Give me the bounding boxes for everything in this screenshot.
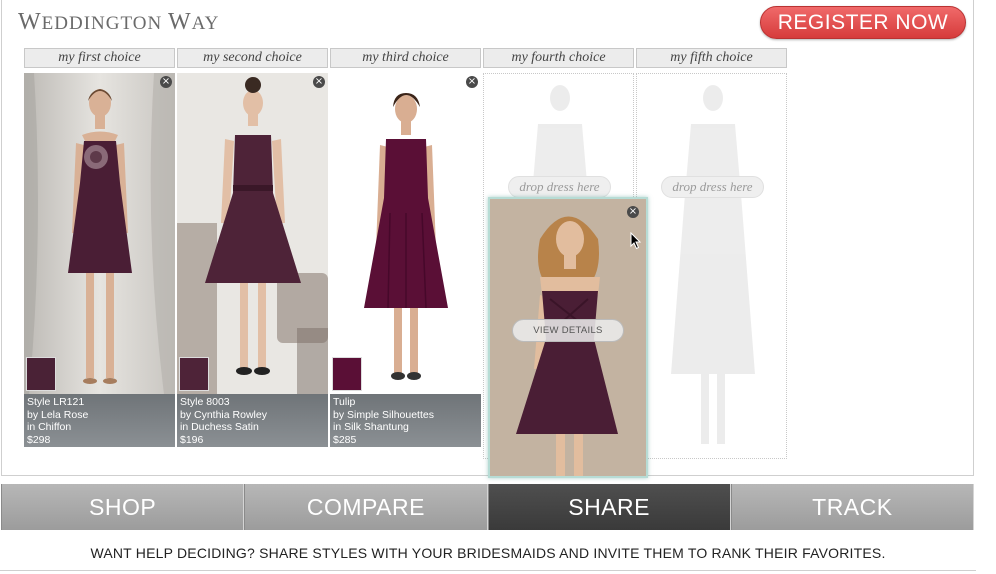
drop-dress-here-label: drop dress here — [508, 176, 611, 198]
choice-label-1: my first choice — [24, 48, 175, 68]
dress-price: $298 — [27, 433, 51, 446]
dress-photo[interactable]: × — [24, 73, 175, 394]
close-icon[interactable]: × — [313, 76, 325, 88]
dress-designer: by Simple Silhouettes — [333, 408, 434, 421]
dress-price: $285 — [333, 433, 357, 446]
logo[interactable]: WEDDINGTON WAY — [18, 9, 219, 36]
share-tagline: WANT HELP DECIDING? SHARE STYLES WITH YO… — [90, 545, 886, 561]
ghost-dress-silhouette — [671, 85, 755, 444]
dress-photo[interactable]: × — [330, 73, 481, 394]
dress-fabric: in Chiffon — [27, 421, 72, 433]
dress-card[interactable]: × Style 8003 by Cynthia Rowley in Duches… — [177, 73, 328, 447]
choice-label-3: my third choice — [330, 48, 481, 68]
dress-designer: by Cynthia Rowley — [180, 408, 267, 421]
dress-style: Tulip — [333, 396, 356, 408]
drop-dress-here-label: drop dress here — [661, 176, 764, 198]
dress-fabric: in Duchess Satin — [180, 421, 259, 433]
dress-card[interactable]: × Style LR121 by Lela Rose in Chiffon $2… — [24, 73, 175, 447]
close-icon[interactable]: × — [160, 76, 172, 88]
dress-info: Style 8003 by Cynthia Rowley in Duchess … — [177, 394, 328, 447]
choice-label-2: my second choice — [177, 48, 328, 68]
tab-shop[interactable]: SHOP — [1, 484, 245, 530]
tab-compare[interactable]: COMPARE — [244, 484, 488, 530]
close-icon[interactable]: × — [627, 206, 639, 218]
dress-style: Style 8003 — [180, 396, 230, 408]
dress-fabric: in Silk Shantung — [333, 421, 409, 433]
divider — [0, 570, 976, 571]
view-details-button[interactable]: VIEW DETAILS — [512, 319, 624, 342]
dress-info: Style LR121 by Lela Rose in Chiffon $298 — [24, 394, 175, 447]
color-swatch — [26, 357, 56, 391]
main-nav: SHOP COMPARE SHARE TRACK — [1, 484, 974, 530]
empty-choice-slot-5[interactable]: drop dress here — [636, 73, 787, 459]
color-swatch — [179, 357, 209, 391]
dress-info: Tulip by Simple Silhouettes in Silk Shan… — [330, 394, 481, 447]
choice-label-5: my fifth choice — [636, 48, 787, 68]
tab-share[interactable]: SHARE — [487, 484, 731, 530]
dress-card[interactable]: × Tulip by Simple Silhouettes in Silk Sh… — [330, 73, 481, 447]
mouse-cursor-icon — [630, 232, 642, 250]
color-swatch — [332, 357, 362, 391]
dress-price: $196 — [180, 433, 204, 446]
close-icon[interactable]: × — [466, 76, 478, 88]
choice-label-4: my fourth choice — [483, 48, 634, 68]
dress-designer: by Lela Rose — [27, 408, 89, 421]
dragged-dress-card[interactable]: × VIEW DETAILS — [488, 197, 648, 478]
tab-track[interactable]: TRACK — [730, 484, 974, 530]
register-now-button[interactable]: REGISTER NOW — [760, 6, 966, 39]
dress-style: Style LR121 — [27, 396, 85, 408]
dress-photo[interactable]: × — [177, 73, 328, 394]
